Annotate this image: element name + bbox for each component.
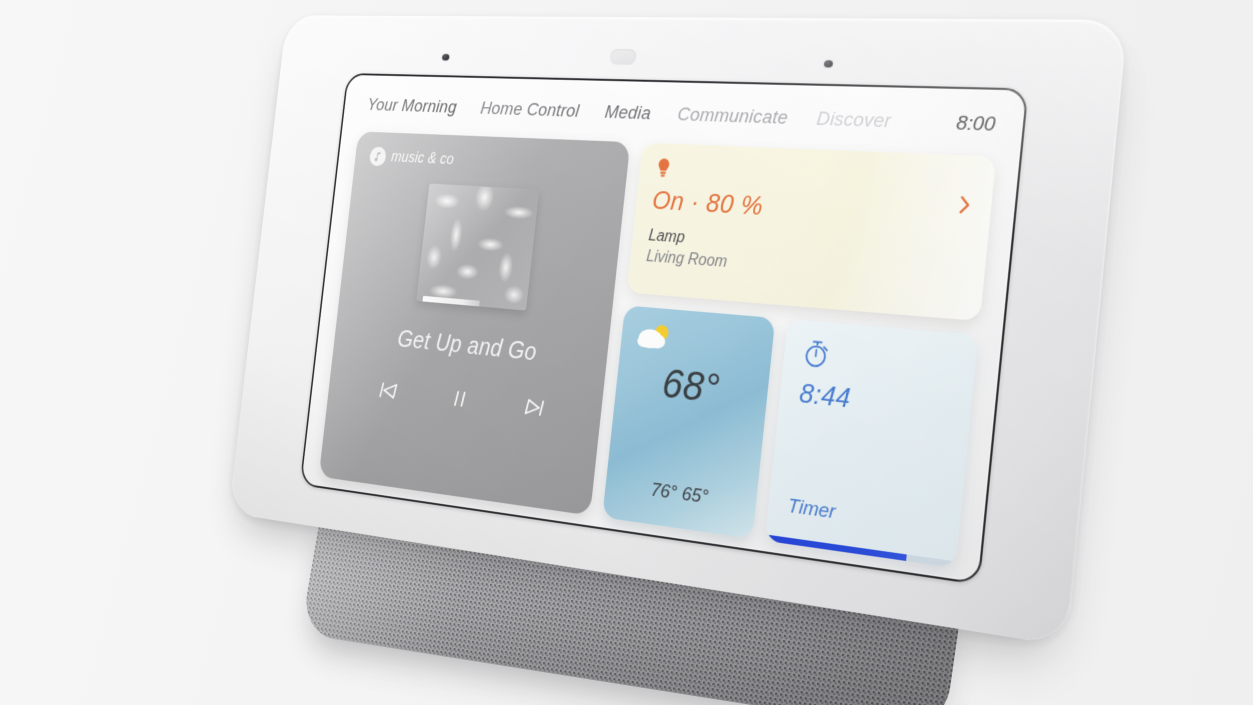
pause-button[interactable] <box>443 383 477 414</box>
timer-progress-fill <box>764 534 907 561</box>
music-note-icon <box>368 146 387 167</box>
tab-discover[interactable]: Discover <box>815 108 892 133</box>
partly-cloudy-icon <box>636 324 670 350</box>
scene-background: Your Morning Home Control Media Communic… <box>0 0 1253 705</box>
left-column: music & co Get Up and Go <box>318 131 631 516</box>
tab-your-morning[interactable]: Your Morning <box>366 95 457 118</box>
weather-temperature: 68° <box>660 361 722 412</box>
weather-card[interactable]: 68° 76° 65° <box>602 305 776 539</box>
bottom-card-row: 68° 76° 65° 8:44 Timer <box>602 305 979 569</box>
chevron-right-icon[interactable] <box>957 194 974 216</box>
stopwatch-icon <box>802 338 830 370</box>
music-player-card[interactable]: music & co Get Up and Go <box>318 131 631 516</box>
tab-communicate[interactable]: Communicate <box>676 104 789 130</box>
camera-sensor-left-icon <box>441 53 450 61</box>
album-art <box>416 183 540 311</box>
music-provider-label: music & co <box>390 148 455 168</box>
track-title: Get Up and Go <box>396 325 539 367</box>
timer-progress-track <box>764 534 956 569</box>
tab-home-control[interactable]: Home Control <box>479 99 580 123</box>
camera-sensor-right-icon <box>823 60 834 68</box>
tab-media[interactable]: Media <box>604 102 652 125</box>
dashboard-cards: music & co Get Up and Go On · 80 % Lamp … <box>318 131 997 569</box>
music-provider: music & co <box>355 146 629 179</box>
timer-card[interactable]: 8:44 Timer <box>764 319 979 569</box>
lamp-state-label: On · 80 % <box>650 184 765 221</box>
weather-range: 76° 65° <box>649 479 710 509</box>
proximity-sensor-icon <box>609 48 637 65</box>
previous-track-button[interactable] <box>372 375 405 406</box>
next-track-button[interactable] <box>516 391 552 423</box>
timer-label: Timer <box>786 495 837 524</box>
display-screen: Your Morning Home Control Media Communic… <box>299 73 1029 585</box>
clock-display: 8:00 <box>955 112 997 137</box>
playback-controls <box>328 370 603 430</box>
light-bulb-icon <box>657 158 670 177</box>
smart-display-device: Your Morning Home Control Media Communic… <box>0 0 1253 705</box>
right-column: On · 80 % Lamp Living Room 68° 76° 65° 8… <box>602 142 997 569</box>
timer-value: 8:44 <box>798 376 853 414</box>
lamp-control-card[interactable]: On · 80 % Lamp Living Room <box>626 142 997 322</box>
